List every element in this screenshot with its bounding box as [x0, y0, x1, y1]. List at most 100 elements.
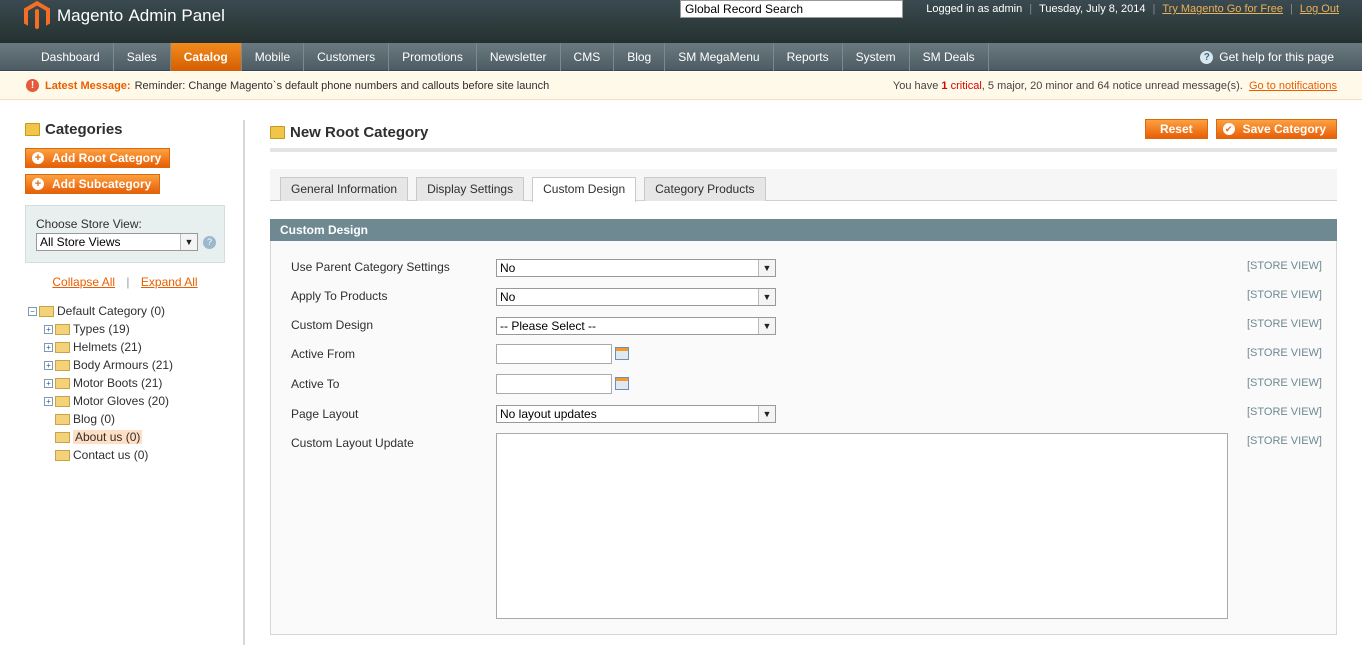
collapse-all-link[interactable]: Collapse All [52, 275, 115, 289]
nav-item-cms[interactable]: CMS [561, 43, 615, 71]
alert-icon: ! [26, 79, 39, 92]
active-to-input[interactable] [496, 374, 612, 394]
collapse-icon[interactable]: − [28, 306, 37, 316]
critical-label: critical [950, 80, 982, 92]
magento-logo-icon [24, 1, 50, 30]
active-to-label: Active To [291, 377, 340, 391]
folder-icon [55, 449, 70, 461]
add-root-category-button[interactable]: + Add Root Category [25, 148, 171, 168]
nav-item-catalog[interactable]: Catalog [170, 43, 242, 71]
notifications-link[interactable]: Go to notifications [1249, 80, 1337, 92]
nav-item-reports[interactable]: Reports [774, 43, 843, 71]
tree-item[interactable]: Blog (0) [28, 410, 173, 428]
logo[interactable]: Magento Admin Panel [24, 1, 225, 31]
tree-item[interactable]: Contact us (0) [28, 446, 173, 464]
nav-item-blog[interactable]: Blog [614, 43, 666, 71]
nav-item-system[interactable]: System [843, 43, 910, 71]
use-parent-select[interactable]: No ▼ [496, 259, 776, 277]
page-layout-label: Page Layout [291, 407, 359, 421]
custom-design-label: Custom Design [291, 318, 374, 332]
latest-message-text: Reminder: Change Magento`s default phone… [134, 79, 550, 92]
latest-message: ! Latest Message: Reminder: Change Magen… [26, 79, 549, 92]
tree-item[interactable]: + Motor Boots (21) [28, 374, 173, 392]
section-header: Custom Design [270, 219, 1337, 241]
help-label: Get help for this page [1219, 50, 1334, 64]
expand-icon[interactable]: + [44, 324, 53, 334]
nav-item-sm-megamenu[interactable]: SM MegaMenu [665, 43, 774, 71]
nav-items: Dashboard Sales Catalog Mobile Customers Prom… [28, 43, 989, 71]
help-link[interactable]: ? Get help for this page [1200, 50, 1334, 64]
save-category-button[interactable]: ✔ Save Category [1215, 119, 1337, 139]
apply-to-products-select[interactable]: No ▼ [496, 288, 776, 306]
latest-message-label: Latest Message: [45, 79, 131, 92]
tree-root[interactable]: − Default Category (0) [28, 302, 173, 320]
scope-label: [STORE VIEW] [1247, 435, 1322, 447]
chevron-down-icon: ▼ [758, 318, 775, 334]
scope-label: [STORE VIEW] [1247, 406, 1322, 418]
folder-icon [55, 377, 70, 389]
date-text: Tuesday, July 8, 2014 [1039, 3, 1146, 15]
tab-display-settings[interactable]: Display Settings [416, 177, 525, 201]
tab-category-products[interactable]: Category Products [644, 177, 766, 201]
expand-icon[interactable]: + [44, 360, 53, 370]
scope-label: [STORE VIEW] [1247, 318, 1322, 330]
folder-icon [270, 126, 285, 139]
reset-button[interactable]: Reset [1144, 119, 1208, 139]
calendar-icon[interactable] [615, 347, 629, 360]
message-summary: You have 1 critical, 5 major, 20 minor a… [893, 80, 1337, 92]
tree-item[interactable]: + Body Armours (21) [28, 356, 173, 374]
folder-icon [55, 431, 70, 443]
expand-all-link[interactable]: Expand All [141, 275, 198, 289]
nav-item-customers[interactable]: Customers [304, 43, 390, 71]
store-view-label: Choose Store View: [36, 217, 142, 231]
chevron-down-icon: ▼ [758, 289, 775, 305]
scope-label: [STORE VIEW] [1247, 260, 1322, 272]
form-actions: Reset ✔ Save Category [1144, 119, 1337, 139]
notice-bar: ! Latest Message: Reminder: Change Magen… [0, 72, 1362, 100]
scope-label: [STORE VIEW] [1247, 377, 1322, 389]
chevron-down-icon: ▼ [758, 260, 775, 276]
add-subcategory-button[interactable]: + Add Subcategory [25, 174, 161, 194]
tree-item[interactable]: + Motor Gloves (20) [28, 392, 173, 410]
expand-icon[interactable]: + [44, 378, 53, 388]
nav-item-newsletter[interactable]: Newsletter [477, 43, 561, 71]
nav-item-dashboard[interactable]: Dashboard [28, 43, 114, 71]
folder-icon [55, 413, 70, 425]
nav-item-sales[interactable]: Sales [114, 43, 171, 71]
tab-general-information[interactable]: General Information [280, 177, 409, 201]
tree-item-selected[interactable]: About us (0) [28, 428, 173, 446]
help-icon[interactable]: ? [203, 236, 216, 249]
summary-prefix: You have [892, 80, 939, 92]
page-layout-select[interactable]: No layout updates ▼ [496, 405, 776, 423]
store-view-switcher: Choose Store View: All Store Views ▼ ? [25, 205, 225, 263]
nav-item-mobile[interactable]: Mobile [242, 43, 305, 71]
nav-item-promotions[interactable]: Promotions [389, 43, 477, 71]
category-tree: − Default Category (0) + Types (19) + He… [28, 302, 173, 464]
logout-link[interactable]: Log Out [1300, 3, 1339, 15]
store-view-select[interactable]: All Store Views ▼ [36, 233, 198, 251]
help-icon: ? [1200, 50, 1214, 64]
custom-design-select[interactable]: -- Please Select -- ▼ [496, 317, 776, 335]
critical-count: 1 [941, 80, 948, 92]
calendar-icon[interactable] [615, 377, 629, 390]
main-nav: Dashboard Sales Catalog Mobile Customers Prom… [0, 43, 1362, 71]
active-from-input[interactable] [496, 344, 612, 364]
global-search-input[interactable]: Global Record Search [680, 0, 903, 18]
expand-icon[interactable]: + [44, 342, 53, 352]
nav-item-sm-deals[interactable]: SM Deals [910, 43, 989, 71]
tree-toggle-links: Collapse All | Expand All [52, 275, 198, 289]
tree-item[interactable]: + Helmets (21) [28, 338, 173, 356]
tab-custom-design[interactable]: Custom Design [532, 177, 637, 202]
title-divider [270, 148, 1337, 152]
plus-icon: + [32, 152, 44, 164]
category-sidebar: Categories + Add Root Category + Add Sub… [25, 121, 225, 462]
tree-item[interactable]: + Types (19) [28, 320, 173, 338]
tabs: General Information Display Settings Cus… [280, 177, 766, 202]
custom-layout-update-textarea[interactable] [496, 433, 1228, 619]
try-magento-link[interactable]: Try Magento Go for Free [1162, 3, 1283, 15]
header-links: Logged in as admin | Tuesday, July 8, 20… [926, 3, 1339, 15]
custom-layout-update-label: Custom Layout Update [291, 436, 414, 450]
folder-icon [55, 323, 70, 335]
folder-icon [25, 123, 40, 136]
expand-icon[interactable]: + [44, 396, 53, 406]
